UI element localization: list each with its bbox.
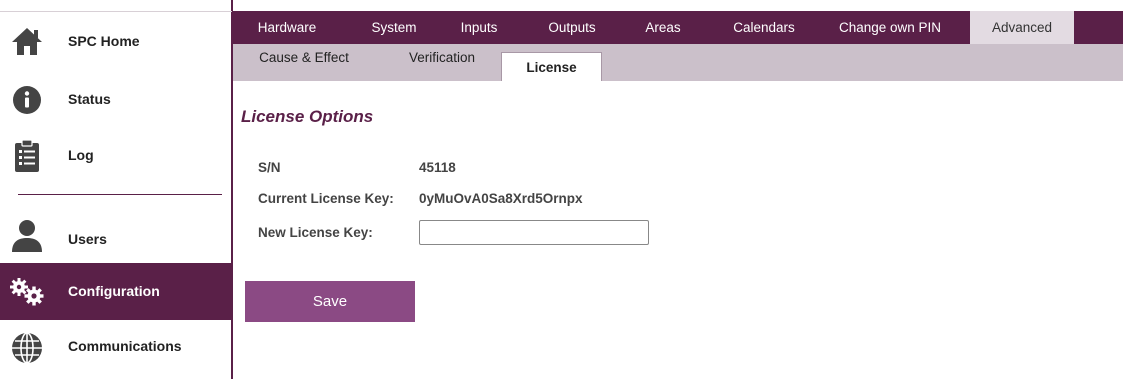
sidebar-item-label: Configuration: [68, 283, 160, 299]
user-icon: [8, 217, 46, 255]
sidebar-item-label: Users: [68, 231, 107, 247]
sidebar-item-label: Communications: [68, 338, 182, 354]
main-tab-bar: Hardware System Inputs Outputs Areas Cal…: [233, 11, 1123, 44]
new-license-key-label: New License Key:: [258, 225, 373, 240]
sidebar-top-border: [0, 11, 232, 12]
save-button[interactable]: Save: [245, 281, 415, 322]
tab-outputs[interactable]: Outputs: [536, 11, 608, 44]
sidebar-item-status[interactable]: Status: [0, 76, 231, 124]
tab-hardware[interactable]: Hardware: [244, 11, 330, 44]
sidebar-item-users[interactable]: Users: [0, 212, 231, 260]
tab-system[interactable]: System: [357, 11, 431, 44]
subtab-cause-effect[interactable]: Cause & Effect: [247, 44, 361, 81]
sidebar-item-label: SPC Home: [68, 33, 140, 49]
sidebar-divider: [18, 194, 222, 195]
page-title: License Options: [241, 107, 374, 126]
globe-icon: [8, 329, 46, 367]
clipboard-list-icon: [8, 137, 46, 175]
tab-advanced[interactable]: Advanced: [970, 11, 1074, 44]
subtab-verification[interactable]: Verification: [394, 44, 490, 81]
sn-value: 45118: [419, 160, 456, 175]
gears-icon: [8, 273, 46, 311]
sidebar-item-label: Log: [68, 146, 94, 163]
sidebar-item-configuration[interactable]: Configuration: [0, 263, 231, 320]
sidebar-item-label: Status: [68, 90, 111, 107]
sidebar-item-spc-home[interactable]: SPC Home: [0, 17, 231, 65]
sidebar-item-log[interactable]: Log: [0, 132, 231, 180]
tab-change-own-pin[interactable]: Change own PIN: [826, 11, 954, 44]
info-icon: [8, 81, 46, 119]
current-license-key-value: 0yMuOvA0Sa8Xrd5Ornpx: [419, 191, 583, 206]
sidebar: SPC Home Status Log Users Configuration …: [0, 0, 233, 379]
new-license-key-input[interactable]: [419, 220, 649, 245]
tab-areas[interactable]: Areas: [631, 11, 695, 44]
current-license-key-label: Current License Key:: [258, 191, 394, 206]
sn-label: S/N: [258, 160, 281, 175]
home-icon: [8, 22, 46, 60]
tab-calendars[interactable]: Calendars: [718, 11, 810, 44]
subtab-license[interactable]: License: [501, 52, 602, 81]
tab-inputs[interactable]: Inputs: [447, 11, 511, 44]
sub-tab-bar: Cause & Effect Verification License: [233, 44, 1123, 81]
sidebar-item-communications[interactable]: Communications: [0, 322, 231, 374]
